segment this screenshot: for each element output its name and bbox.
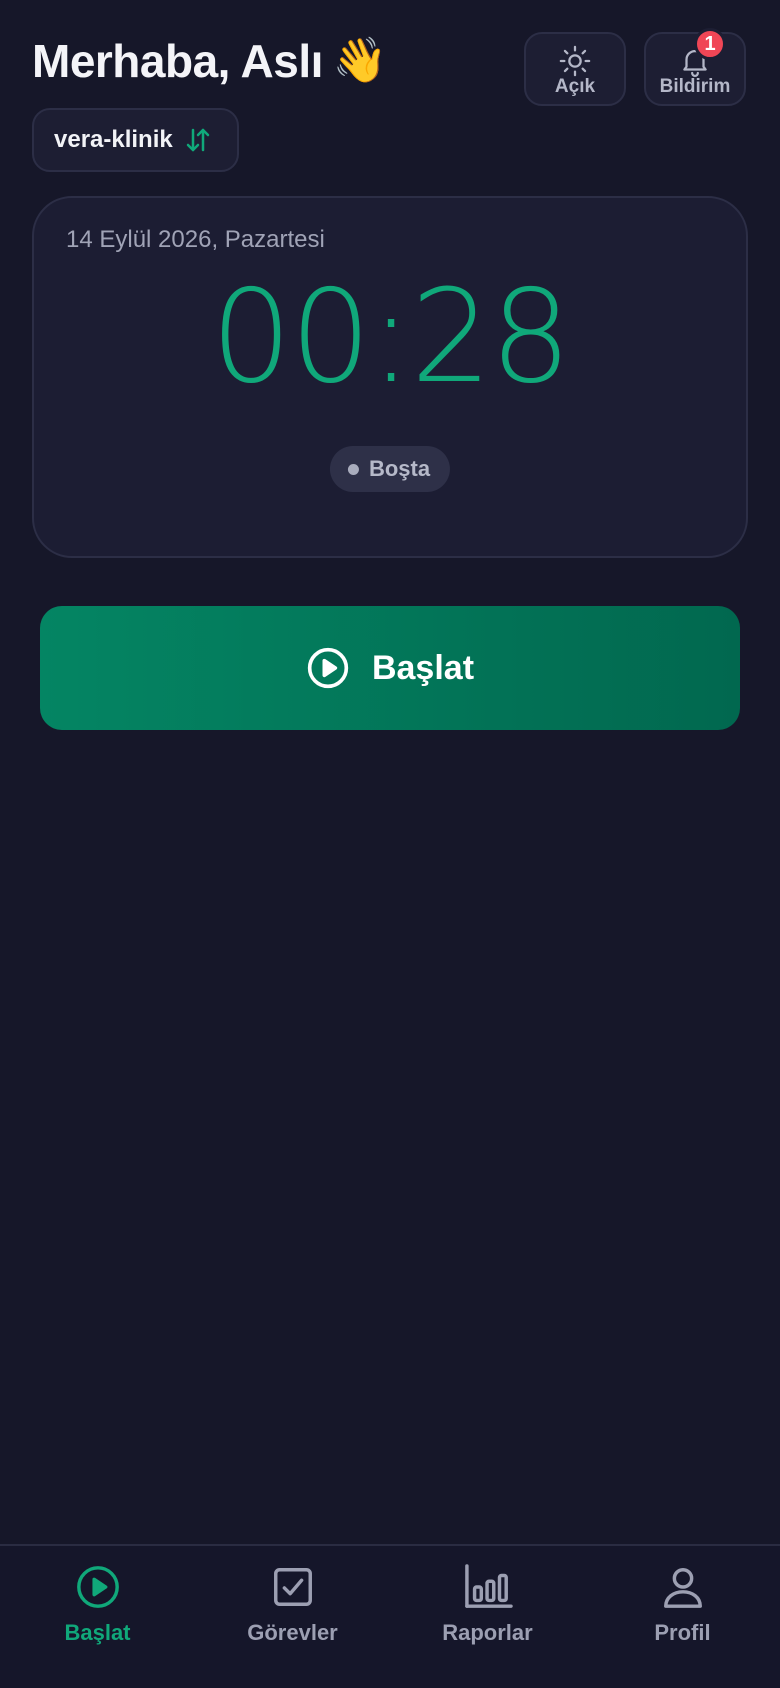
status-badge: Boşta: [329, 446, 451, 492]
swap-vertical-icon: [186, 128, 209, 152]
home-screen: Merhaba, Aslı 👋 Açık Bildirim 1 vera-kli…: [0, 0, 780, 1688]
notifications-label: Bildirim: [659, 76, 731, 97]
tab-tasks-label: Görevler: [247, 1620, 338, 1645]
sun-icon: [559, 45, 591, 77]
bar-chart-icon: [464, 1564, 513, 1608]
start-timer-button[interactable]: Başlat: [40, 606, 740, 730]
user-icon: [663, 1568, 702, 1608]
timer-display: 00:28: [210, 263, 572, 412]
status-text: Boşta: [368, 456, 431, 481]
play-circle-icon: [307, 647, 349, 689]
notification-count-badge: 1: [694, 28, 726, 60]
play-circle-icon: [76, 1566, 119, 1608]
theme-toggle-label: Açık: [554, 76, 596, 97]
notifications-button[interactable]: Bildirim 1: [644, 28, 746, 106]
start-button-label: Başlat: [371, 648, 475, 687]
tab-start-label: Başlat: [64, 1620, 131, 1645]
bottom-tab-bar: Başlat Görevler Raporlar Profil: [0, 1544, 780, 1688]
tab-reports[interactable]: Raporlar: [390, 1564, 585, 1646]
workspace-switcher[interactable]: vera-klinik: [32, 108, 239, 172]
theme-toggle-button[interactable]: Açık: [524, 32, 626, 106]
greeting-text: Merhaba, Aslı: [32, 35, 323, 87]
greeting-title: Merhaba, Aslı 👋: [32, 34, 388, 88]
tab-tasks[interactable]: Görevler: [195, 1564, 390, 1646]
tab-profile[interactable]: Profil: [585, 1564, 780, 1646]
tab-start[interactable]: Başlat: [0, 1564, 195, 1646]
checkbox-icon: [273, 1568, 312, 1606]
tab-reports-label: Raporlar: [442, 1620, 533, 1645]
timer-card: 14 Eylül 2026, Pazartesi 00:28 Boşta: [32, 196, 748, 558]
workspace-name: vera-klinik: [54, 126, 173, 153]
timer-date: 14 Eylül 2026, Pazartesi: [66, 226, 325, 253]
tab-profile-label: Profil: [654, 1620, 711, 1645]
status-dot: [347, 463, 359, 475]
wave-icon: 👋: [332, 36, 388, 85]
